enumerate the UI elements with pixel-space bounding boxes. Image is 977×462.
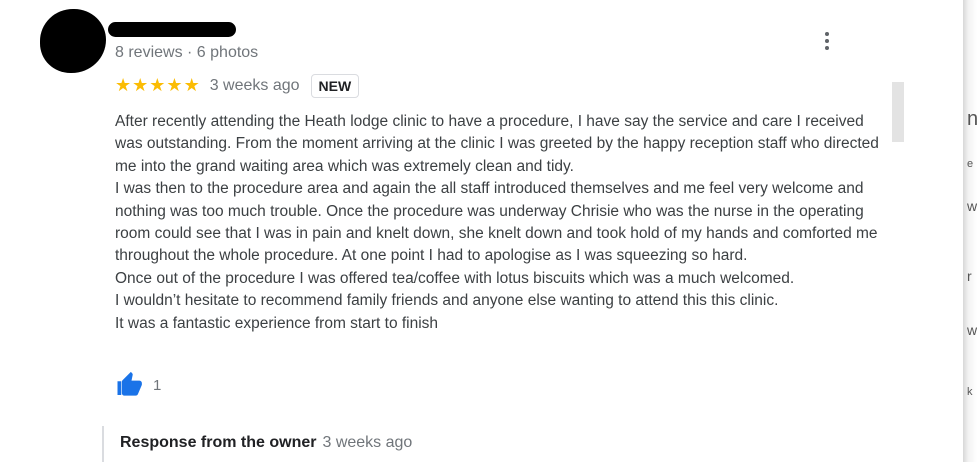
like-count: 1: [153, 376, 162, 394]
star-rating: ★ ★ ★ ★ ★: [115, 77, 200, 95]
more-vert-icon-dot: [825, 39, 829, 43]
edge-text: k: [967, 386, 973, 398]
edge-text: w: [967, 322, 977, 338]
avatar[interactable]: [40, 9, 106, 73]
like-row: 1: [115, 370, 161, 400]
review-text: After recently attending the Heath lodge…: [115, 111, 885, 335]
more-options-button[interactable]: [812, 26, 842, 56]
reviewer-name-redacted[interactable]: [108, 22, 236, 37]
review-paragraph: I was then to the procedure area and aga…: [115, 180, 878, 265]
review-paragraph: It was a fantastic experience from start…: [115, 314, 439, 332]
review-paragraph: Once out of the procedure I was offered …: [115, 269, 795, 287]
reviewer-meta[interactable]: 8 reviews · 6 photos: [115, 44, 258, 62]
thumb-up-icon[interactable]: [115, 370, 145, 400]
new-badge: NEW: [310, 74, 360, 98]
rating-row: ★ ★ ★ ★ ★ 3 weeks ago NEW: [115, 73, 360, 99]
star-icon: ★: [132, 75, 149, 96]
review-date: 3 weeks ago: [209, 77, 300, 94]
star-icon: ★: [166, 75, 183, 96]
star-icon: ★: [115, 75, 132, 96]
review-card: 8 reviews · 6 photos ★ ★ ★ ★ ★ 3 weeks a…: [0, 0, 977, 462]
edge-text: e: [967, 158, 974, 170]
more-vert-icon: [825, 32, 829, 36]
edge-text: r: [967, 268, 972, 284]
more-vert-icon-dot: [825, 46, 829, 50]
owner-response: Response from the owner 3 weeks ago: [102, 426, 412, 462]
owner-response-date: 3 weeks ago: [322, 434, 413, 451]
edge-text: n: [967, 108, 977, 130]
review-paragraph: I wouldn’t hesitate to recommend family …: [115, 292, 779, 310]
star-icon: ★: [149, 75, 166, 96]
edge-text: w: [967, 198, 977, 214]
review-paragraph: After recently attending the Heath lodge…: [115, 113, 879, 175]
owner-response-label: Response from the owner: [120, 434, 317, 451]
adjacent-panel-edge: n e w r w k: [963, 0, 977, 462]
scrollbar-thumb[interactable]: [892, 82, 904, 142]
star-icon: ★: [183, 75, 200, 96]
